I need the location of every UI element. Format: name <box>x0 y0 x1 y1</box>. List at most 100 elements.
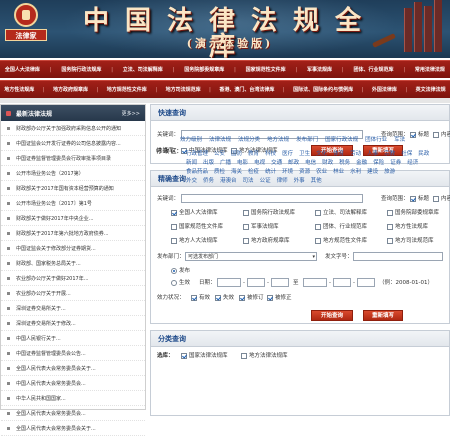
date-from-year[interactable] <box>217 278 241 287</box>
lib-checkbox[interactable] <box>171 210 177 216</box>
industry-link[interactable]: 海关 <box>231 167 242 175</box>
industry-link[interactable]: 环境 <box>282 167 293 175</box>
sidebar-law-item[interactable]: 财政部关于2017年国有资本经营预算的通知 <box>1 181 145 196</box>
industry-link[interactable]: 出版 <box>203 158 214 166</box>
lib-checkbox[interactable] <box>387 210 393 216</box>
category-lib-national-checkbox[interactable] <box>181 353 187 359</box>
lib-checkbox[interactable] <box>315 210 321 216</box>
sidebar-law-item[interactable]: 深圳证券交易所关于... <box>1 301 145 316</box>
sidebar-law-item[interactable]: 中国证券监督管理委员会行政审批事项目录 <box>1 151 145 166</box>
nav-item[interactable]: 国务院部委规章库 <box>184 66 224 73</box>
industry-link[interactable]: 金融 <box>356 158 367 166</box>
status-invalid-checkbox[interactable] <box>215 295 221 301</box>
industry-link[interactable]: 交通 <box>271 158 282 166</box>
sidebar-law-item[interactable]: 全国人民代表大会常务委员会... <box>1 406 145 421</box>
lib-checkbox[interactable] <box>387 238 393 244</box>
industry-link[interactable]: 司法 <box>243 176 254 184</box>
category-tab[interactable]: 地方法规 <box>267 135 289 143</box>
effective-radio[interactable] <box>171 280 177 286</box>
more-link[interactable]: 更多>> <box>122 110 140 117</box>
sidebar-law-item[interactable]: 全国人民代表大会常务委员会关于... <box>1 361 145 376</box>
date-to-year[interactable] <box>303 278 327 287</box>
industry-link[interactable]: 建设 <box>367 167 378 175</box>
sidebar-law-item[interactable]: 农业部办公厅关于开展... <box>1 286 145 301</box>
nav-item[interactable]: 国际法、国际条约与惯例库 <box>293 86 353 93</box>
nav-item[interactable]: 外国法律库 <box>372 86 397 93</box>
industry-link[interactable]: 税务 <box>339 158 350 166</box>
industry-link[interactable]: 侨务 <box>203 176 214 184</box>
nav-item[interactable]: 国家规范性文件库 <box>246 66 286 73</box>
industry-link[interactable]: 财政 <box>322 158 333 166</box>
industry-link[interactable]: 宗教 <box>384 149 395 157</box>
lib-checkbox[interactable] <box>243 210 249 216</box>
industry-link[interactable]: 电信 <box>305 158 316 166</box>
industry-link[interactable]: 劳动 <box>350 149 361 157</box>
sidebar-law-item[interactable]: 公开市场业务公告〔2017〕第1号 <box>1 196 145 211</box>
industry-link[interactable]: 港澳台 <box>220 176 237 184</box>
industry-link[interactable]: 新闻 <box>186 158 197 166</box>
industry-link[interactable]: 社保 <box>401 149 412 157</box>
nav-item[interactable]: 地方政府规章库 <box>53 86 88 93</box>
industry-link[interactable]: 体育 <box>333 149 344 157</box>
date-to-month[interactable] <box>333 278 351 287</box>
category-tab[interactable]: 发布部门 <box>296 135 318 143</box>
category-lib-local-checkbox[interactable] <box>241 353 247 359</box>
industry-link[interactable]: 其他 <box>311 176 322 184</box>
industry-link[interactable]: 检疫 <box>248 167 259 175</box>
sidebar-law-item[interactable]: 农业部办公厅关于做好2017年... <box>1 271 145 286</box>
industry-link[interactable]: 林业 <box>333 167 344 175</box>
sidebar-law-item[interactable]: 公开市场业务公告（2017第） <box>1 166 145 181</box>
nav-item[interactable]: 军事法规库 <box>307 66 332 73</box>
industry-link[interactable]: 证券 <box>390 158 401 166</box>
industry-link[interactable]: 保险 <box>373 158 384 166</box>
industry-link[interactable]: 广播 <box>220 158 231 166</box>
nav-item[interactable]: 英文法律法规 <box>416 86 446 93</box>
industry-link[interactable]: 人事 <box>367 149 378 157</box>
site-logo[interactable]: 法律家 <box>5 3 47 51</box>
industry-link[interactable]: 经济 <box>407 158 418 166</box>
industry-link[interactable]: 医疗 <box>282 149 293 157</box>
industry-link[interactable]: 律师 <box>277 176 288 184</box>
industry-link[interactable]: 教育 <box>248 149 259 157</box>
category-tab[interactable]: 效力级别 <box>180 135 202 143</box>
category-tab[interactable]: 团体行业 <box>365 135 387 143</box>
sidebar-law-item[interactable]: 中国证券监督管理委员会公告... <box>1 346 145 361</box>
status-amended-checkbox[interactable] <box>267 295 273 301</box>
nav-item[interactable]: 地方司法规范库 <box>166 86 201 93</box>
nav-item[interactable]: 团体、行业规范库 <box>353 66 393 73</box>
sidebar-law-item[interactable]: 财政部关于做好2017年中央企业... <box>1 211 145 226</box>
precise-search-button[interactable]: 开始查询 <box>311 310 353 321</box>
category-tab[interactable]: 法规分类 <box>238 135 260 143</box>
industry-link[interactable]: 国防 <box>231 149 242 157</box>
sidebar-law-item[interactable]: 全国人民代表大会常务委员会关于... <box>1 421 145 436</box>
lib-checkbox[interactable] <box>243 238 249 244</box>
industry-link[interactable]: 电视 <box>254 158 265 166</box>
scope-content-checkbox[interactable] <box>433 132 439 138</box>
date-from-month[interactable] <box>247 278 265 287</box>
industry-link[interactable]: 质检 <box>214 167 225 175</box>
nav-item[interactable]: 国务院行政法规库 <box>61 66 101 73</box>
publish-radio[interactable] <box>171 268 177 274</box>
status-revised-checkbox[interactable] <box>239 295 245 301</box>
precise-keyword-input[interactable] <box>181 194 363 203</box>
industry-link[interactable]: 外交 <box>186 176 197 184</box>
precise-reset-button[interactable]: 重新填写 <box>363 310 403 321</box>
lib-checkbox[interactable] <box>387 224 393 230</box>
industry-link[interactable]: 外事 <box>294 176 305 184</box>
lib-checkbox[interactable] <box>315 238 321 244</box>
category-tab[interactable]: 法律法规 <box>209 135 231 143</box>
date-to-day[interactable] <box>357 278 375 287</box>
nav-item[interactable]: 地方性法规库 <box>4 86 34 93</box>
sidebar-law-item[interactable]: 财政部关于2017年第六批地方政府债券... <box>1 226 145 241</box>
industry-link[interactable]: 水利 <box>350 167 361 175</box>
category-tab[interactable]: 军法 <box>394 135 405 143</box>
sidebar-law-item[interactable]: 中国证监会关于修改部分证券期货... <box>1 241 145 256</box>
category-tab[interactable]: 国家行政法规 <box>325 135 358 143</box>
nav-item[interactable]: 香港、澳门、台湾法律库 <box>219 86 274 93</box>
status-valid-checkbox[interactable] <box>191 295 197 301</box>
sidebar-law-item[interactable]: 中国证监会公开发行证券的公司信息披露内容... <box>1 136 145 151</box>
lib-checkbox[interactable] <box>315 224 321 230</box>
scope-title-checkbox[interactable] <box>410 196 416 202</box>
sidebar-law-item[interactable]: 财政部、国家税务总局关于... <box>1 256 145 271</box>
scope-content-checkbox[interactable] <box>433 196 439 202</box>
